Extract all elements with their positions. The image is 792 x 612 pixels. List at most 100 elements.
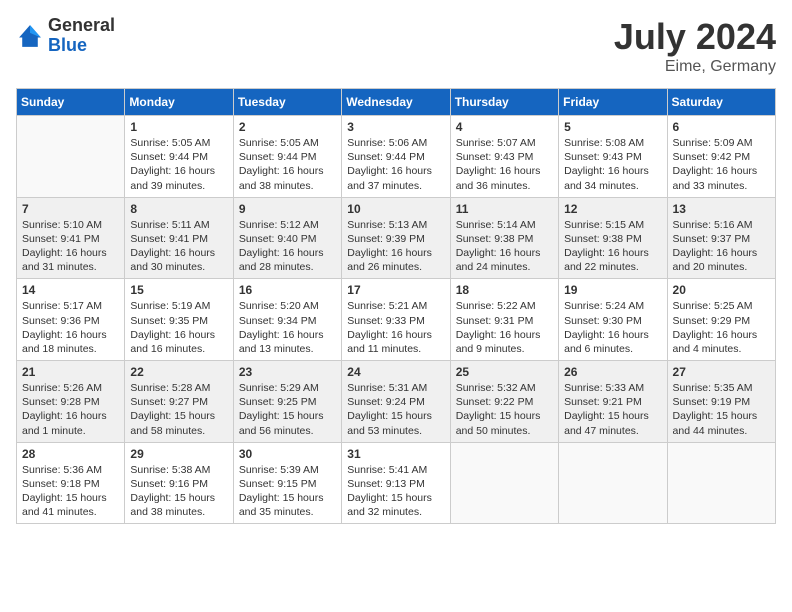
day-number: 31 — [347, 447, 444, 461]
day-info: Sunrise: 5:41 AM Sunset: 9:13 PM Dayligh… — [347, 463, 444, 520]
day-number: 6 — [673, 120, 770, 134]
day-number: 27 — [673, 365, 770, 379]
day-info: Sunrise: 5:38 AM Sunset: 9:16 PM Dayligh… — [130, 463, 227, 520]
day-info: Sunrise: 5:05 AM Sunset: 9:44 PM Dayligh… — [239, 136, 336, 193]
day-info: Sunrise: 5:17 AM Sunset: 9:36 PM Dayligh… — [22, 299, 119, 356]
calendar-day-cell: 9Sunrise: 5:12 AM Sunset: 9:40 PM Daylig… — [233, 197, 341, 279]
calendar-day-cell: 6 Sunrise: 5:09 AM Sunset: 9:42 PM Daylig… — [667, 116, 775, 198]
calendar-week-row: 7 Sunrise: 5:10 AM Sunset: 9:41 PM Daylig… — [17, 197, 776, 279]
calendar-day-cell: 24Sunrise: 5:31 AM Sunset: 9:24 PM Dayli… — [342, 361, 450, 443]
calendar-week-row: 28Sunrise: 5:36 AM Sunset: 9:18 PM Dayli… — [17, 442, 776, 524]
calendar-day-cell: 29Sunrise: 5:38 AM Sunset: 9:16 PM Dayli… — [125, 442, 233, 524]
day-number: 12 — [564, 202, 661, 216]
day-info: Sunrise: 5:16 AM Sunset: 9:37 PM Dayligh… — [673, 218, 770, 275]
day-of-week-header: Sunday — [17, 89, 125, 116]
day-info: Sunrise: 5:09 AM Sunset: 9:42 PM Dayligh… — [673, 136, 770, 193]
day-info: Sunrise: 5:06 AM Sunset: 9:44 PM Dayligh… — [347, 136, 444, 193]
day-number: 18 — [456, 283, 553, 297]
page-header: General Blue July 2024 Eime, Germany — [16, 16, 776, 76]
day-number: 24 — [347, 365, 444, 379]
calendar-day-cell: 13 Sunrise: 5:16 AM Sunset: 9:37 PM Dayli… — [667, 197, 775, 279]
day-of-week-header: Wednesday — [342, 89, 450, 116]
calendar-day-cell — [450, 442, 558, 524]
day-info: Sunrise: 5:28 AM Sunset: 9:27 PM Dayligh… — [130, 381, 227, 438]
calendar-day-cell: 5 Sunrise: 5:08 AM Sunset: 9:43 PM Daylig… — [559, 116, 667, 198]
calendar-day-cell: 14 Sunrise: 5:17 AM Sunset: 9:36 PM Dayli… — [17, 279, 125, 361]
day-number: 8 — [130, 202, 227, 216]
calendar-day-cell: 18 Sunrise: 5:22 AM Sunset: 9:31 PM Dayli… — [450, 279, 558, 361]
day-info: Sunrise: 5:22 AM Sunset: 9:31 PM Dayligh… — [456, 299, 553, 356]
day-of-week-header: Thursday — [450, 89, 558, 116]
day-info: Sunrise: 5:05 AM Sunset: 9:44 PM Dayligh… — [130, 136, 227, 193]
day-number: 30 — [239, 447, 336, 461]
day-number: 15 — [130, 283, 227, 297]
day-number: 21 — [22, 365, 119, 379]
day-number: 17 — [347, 283, 444, 297]
day-info: Sunrise: 5:25 AM Sunset: 9:29 PM Dayligh… — [673, 299, 770, 356]
day-number: 28 — [22, 447, 119, 461]
calendar-day-cell: 23 Sunrise: 5:29 AM Sunset: 9:25 PM Dayli… — [233, 361, 341, 443]
day-info: Sunrise: 5:29 AM Sunset: 9:25 PM Dayligh… — [239, 381, 336, 438]
day-of-week-header: Monday — [125, 89, 233, 116]
day-number: 4 — [456, 120, 553, 134]
calendar-day-cell: 26 Sunrise: 5:33 AM Sunset: 9:21 PM Dayli… — [559, 361, 667, 443]
location-subtitle: Eime, Germany — [614, 58, 776, 76]
day-info: Sunrise: 5:14 AM Sunset: 9:38 PM Dayligh… — [456, 218, 553, 275]
day-info: Sunrise: 5:32 AM Sunset: 9:22 PM Dayligh… — [456, 381, 553, 438]
day-of-week-header: Tuesday — [233, 89, 341, 116]
day-number: 23 — [239, 365, 336, 379]
calendar-day-cell: 22 Sunrise: 5:28 AM Sunset: 9:27 PM Dayli… — [125, 361, 233, 443]
day-info: Sunrise: 5:12 AM Sunset: 9:40 PM Dayligh… — [239, 218, 336, 275]
logo-blue-text: Blue — [48, 36, 115, 56]
day-number: 2 — [239, 120, 336, 134]
day-number: 10 — [347, 202, 444, 216]
day-number: 3 — [347, 120, 444, 134]
day-info: Sunrise: 5:07 AM Sunset: 9:43 PM Dayligh… — [456, 136, 553, 193]
logo-text: General Blue — [48, 16, 115, 56]
calendar-week-row: 14 Sunrise: 5:17 AM Sunset: 9:36 PM Dayli… — [17, 279, 776, 361]
calendar-day-cell — [17, 116, 125, 198]
day-info: Sunrise: 5:39 AM Sunset: 9:15 PM Dayligh… — [239, 463, 336, 520]
day-info: Sunrise: 5:13 AM Sunset: 9:39 PM Dayligh… — [347, 218, 444, 275]
calendar-day-cell: 28Sunrise: 5:36 AM Sunset: 9:18 PM Dayli… — [17, 442, 125, 524]
title-block: July 2024 Eime, Germany — [614, 16, 776, 76]
day-number: 22 — [130, 365, 227, 379]
calendar-day-cell: 25 Sunrise: 5:32 AM Sunset: 9:22 PM Dayli… — [450, 361, 558, 443]
calendar-day-cell: 17Sunrise: 5:21 AM Sunset: 9:33 PM Dayli… — [342, 279, 450, 361]
day-info: Sunrise: 5:08 AM Sunset: 9:43 PM Dayligh… — [564, 136, 661, 193]
day-number: 7 — [22, 202, 119, 216]
day-number: 5 — [564, 120, 661, 134]
calendar-day-cell: 7 Sunrise: 5:10 AM Sunset: 9:41 PM Daylig… — [17, 197, 125, 279]
day-info: Sunrise: 5:33 AM Sunset: 9:21 PM Dayligh… — [564, 381, 661, 438]
day-number: 1 — [130, 120, 227, 134]
calendar-day-cell — [559, 442, 667, 524]
day-number: 11 — [456, 202, 553, 216]
day-info: Sunrise: 5:10 AM Sunset: 9:41 PM Dayligh… — [22, 218, 119, 275]
day-info: Sunrise: 5:11 AM Sunset: 9:41 PM Dayligh… — [130, 218, 227, 275]
calendar-day-cell: 2 Sunrise: 5:05 AM Sunset: 9:44 PM Daylig… — [233, 116, 341, 198]
day-info: Sunrise: 5:24 AM Sunset: 9:30 PM Dayligh… — [564, 299, 661, 356]
calendar-day-cell: 21 Sunrise: 5:26 AM Sunset: 9:28 PM Dayli… — [17, 361, 125, 443]
day-number: 16 — [239, 283, 336, 297]
calendar-day-cell: 30 Sunrise: 5:39 AM Sunset: 9:15 PM Dayli… — [233, 442, 341, 524]
day-number: 26 — [564, 365, 661, 379]
day-number: 13 — [673, 202, 770, 216]
day-info: Sunrise: 5:19 AM Sunset: 9:35 PM Dayligh… — [130, 299, 227, 356]
calendar-week-row: 1 Sunrise: 5:05 AM Sunset: 9:44 PM Daylig… — [17, 116, 776, 198]
day-of-week-header: Saturday — [667, 89, 775, 116]
day-info: Sunrise: 5:26 AM Sunset: 9:28 PM Dayligh… — [22, 381, 119, 438]
calendar-day-cell: 19 Sunrise: 5:24 AM Sunset: 9:30 PM Dayli… — [559, 279, 667, 361]
calendar-week-row: 21 Sunrise: 5:26 AM Sunset: 9:28 PM Dayli… — [17, 361, 776, 443]
day-number: 14 — [22, 283, 119, 297]
month-year-title: July 2024 — [614, 16, 776, 58]
calendar-day-cell: 10 Sunrise: 5:13 AM Sunset: 9:39 PM Dayli… — [342, 197, 450, 279]
logo-general-text: General — [48, 16, 115, 36]
day-info: Sunrise: 5:20 AM Sunset: 9:34 PM Dayligh… — [239, 299, 336, 356]
day-number: 25 — [456, 365, 553, 379]
day-number: 20 — [673, 283, 770, 297]
day-of-week-header: Friday — [559, 89, 667, 116]
calendar-day-cell: 3 Sunrise: 5:06 AM Sunset: 9:44 PM Daylig… — [342, 116, 450, 198]
calendar-day-cell: 16 Sunrise: 5:20 AM Sunset: 9:34 PM Dayli… — [233, 279, 341, 361]
day-info: Sunrise: 5:35 AM Sunset: 9:19 PM Dayligh… — [673, 381, 770, 438]
day-number: 19 — [564, 283, 661, 297]
